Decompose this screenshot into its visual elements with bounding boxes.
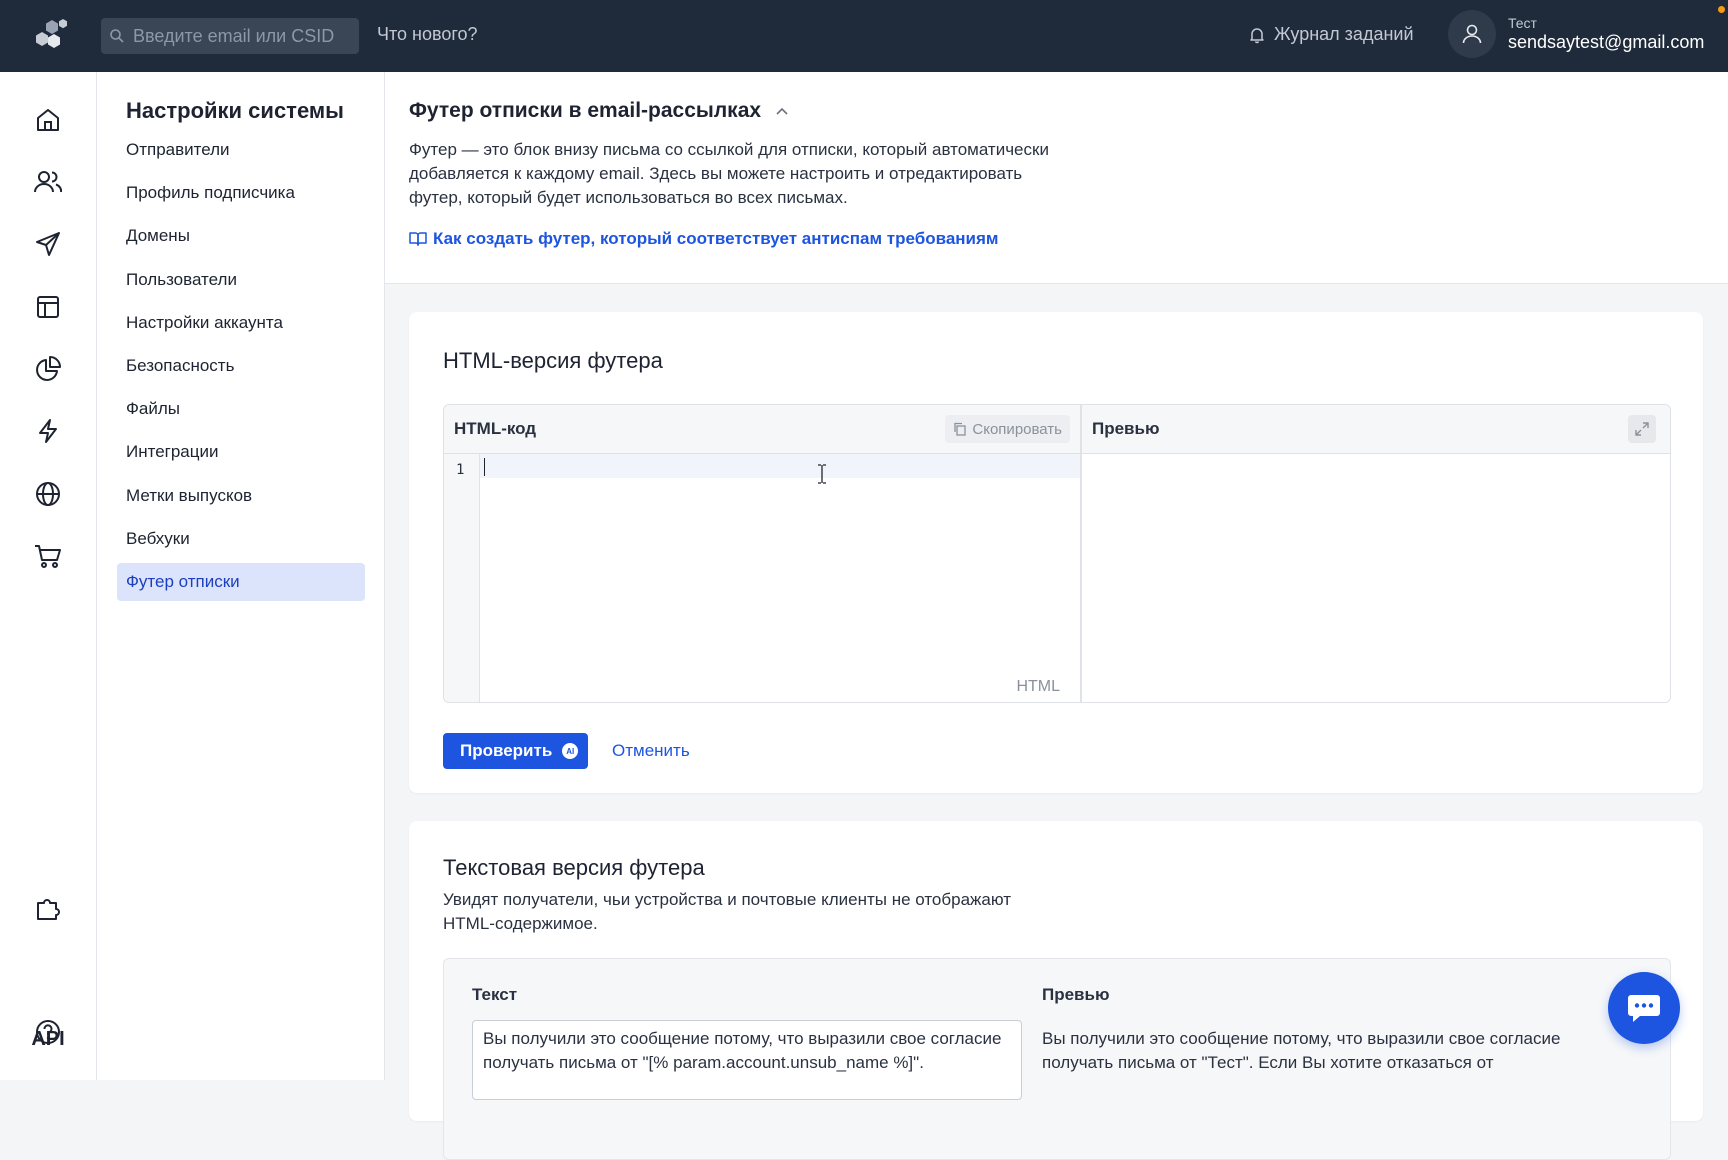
page-description: Футер — это блок внизу письма со ссылкой… [409,140,1049,207]
nav-item-integrations[interactable]: Интеграции [117,433,365,471]
code-pane-header: HTML-код Скопировать [444,405,1080,454]
cart-icon[interactable] [28,536,68,576]
bell-icon [1250,27,1264,43]
code-pane-label: HTML-код [454,419,537,438]
user-icon [1462,24,1482,44]
text-label: Текст [472,985,518,1004]
jobs-log-button[interactable]: Журнал заданий [1248,24,1414,45]
ibeam-cursor-icon [818,464,826,484]
settings-title: Настройки системы [126,98,344,123]
active-line [480,454,1080,478]
code-input[interactable]: HTML [480,454,1080,702]
expand-button[interactable] [1628,415,1656,443]
preview-pane-label: Превью [1092,419,1160,438]
text-footer-title: Текстовая версия футера [443,855,705,880]
preview-pane: Превью [1082,405,1670,702]
user-name: Тест [1508,15,1537,31]
layout-icon[interactable] [28,287,68,327]
whats-new-link[interactable]: Что нового? [377,24,478,45]
book-icon [409,232,427,246]
nav-item-unsubscribe-footer[interactable]: Футер отписки [117,562,365,601]
preview-pane-header: Превью [1082,405,1670,454]
check-button-label: Проверить [460,741,553,760]
nav-item-subscriber-profile[interactable]: Профиль подписчика [117,174,365,212]
nav-item-security[interactable]: Безопасность [117,347,365,385]
text-footer-card: Текстовая версия футера Увидят получател… [409,821,1703,1160]
nav-item-files[interactable]: Файлы [117,390,365,428]
globe-icon[interactable] [28,474,68,514]
jobs-log-label: Журнал заданий [1274,24,1414,44]
main-content: Футер отписки в email-рассылках Футер — … [385,72,1728,1160]
nav-item-account-settings[interactable]: Настройки аккаунта [117,304,365,342]
nav-item-webhooks[interactable]: Вебхуки [117,520,365,558]
expand-icon [1635,422,1649,436]
page-title-text: Футер отписки в email-рассылках [409,99,762,122]
html-footer-card: HTML-версия футера HTML-код Скопировать … [409,312,1703,793]
text-footer-preview: Вы получили это сообщение потому, что вы… [1042,1029,1561,1072]
logo-icon[interactable] [34,16,70,52]
text-caret [484,458,485,476]
chat-button[interactable] [1608,972,1680,1044]
help-link-text: Как создать футер, который соответствует… [433,229,999,248]
chart-pie-icon[interactable] [28,349,68,389]
help-link[interactable]: Как создать футер, который соответствует… [409,229,999,249]
text-footer-description: Увидят получатели, чьи устройства и почт… [443,890,1012,933]
home-icon[interactable] [28,100,68,140]
avatar [1448,10,1496,58]
send-icon[interactable] [28,224,68,264]
search-icon [110,29,124,43]
language-label: HTML [1016,678,1060,695]
user-email: sendsaytest@gmail.com [1508,32,1705,52]
settings-nav: Настройки системы Отправители Профиль по… [97,72,385,1080]
html-editor: HTML-код Скопировать 1 HTML Превью [443,404,1671,703]
search-box[interactable] [101,18,359,54]
line-number: 1 [456,462,465,478]
text-footer-panel: Текст Превью Вы получили это сообщение п… [443,958,1671,1160]
puzzle-icon[interactable] [28,888,68,928]
cancel-button[interactable]: Отменить [612,741,690,761]
copy-icon [954,422,967,436]
text-preview-label: Превью [1042,985,1110,1004]
nav-item-users[interactable]: Пользователи [117,261,365,299]
nav-item-senders[interactable]: Отправители [117,131,365,169]
ai-icon: AI [562,743,579,759]
html-footer-title: HTML-версия футера [443,348,663,373]
nav-item-issue-tags[interactable]: Метки выпусков [117,477,365,515]
page-title: Футер отписки в email-рассылках [409,99,789,123]
chat-icon [1628,995,1660,1022]
icon-rail: API [0,72,97,1080]
help-icon[interactable] [28,1012,68,1052]
chevron-up-icon[interactable] [775,106,789,116]
user-menu[interactable]: Тест sendsaytest@gmail.com [1448,10,1704,58]
line-gutter: 1 [444,454,480,702]
text-footer-input[interactable]: Вы получили это сообщение потому, что вы… [472,1020,1022,1100]
lightning-icon[interactable] [28,411,68,451]
page-header: Футер отписки в email-рассылках Футер — … [385,72,1728,284]
top-bar: Что нового? Журнал заданий Тест sendsayt… [0,0,1728,72]
copy-label: Скопировать [972,420,1062,438]
settings-nav-list: Отправители Профиль подписчика Домены По… [117,131,365,606]
nav-item-domains[interactable]: Домены [117,217,365,255]
copy-button[interactable]: Скопировать [945,415,1070,443]
search-input[interactable] [131,24,355,48]
users-icon[interactable] [28,162,68,202]
code-pane: HTML-код Скопировать 1 HTML [444,405,1082,702]
notification-dot [1718,6,1725,13]
check-button[interactable]: Проверить AI [443,733,589,769]
